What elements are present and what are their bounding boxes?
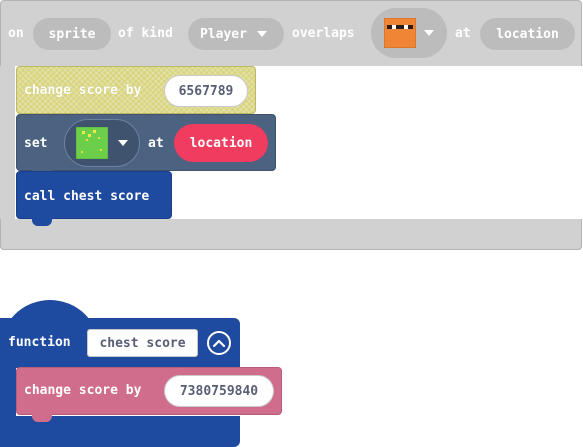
event-block-left-bar xyxy=(0,66,15,220)
set-at-label: at xyxy=(148,136,164,151)
change-score-1-label: change score by xyxy=(24,83,142,98)
tile-picker-dropdown[interactable] xyxy=(64,119,140,167)
event-block-footer xyxy=(0,219,582,250)
kind-dropdown-value: Player xyxy=(200,26,247,42)
event-overlaps-label: overlaps xyxy=(292,26,355,41)
kind-dropdown[interactable]: Player xyxy=(188,18,284,50)
change-score-1-value-input[interactable]: 6567789 xyxy=(164,75,248,107)
function-keyword-label: function xyxy=(8,335,71,350)
event-on-label: on xyxy=(8,26,24,41)
overlap-dropdown-caret-icon xyxy=(424,30,434,36)
change-score-2-value-input[interactable]: 7380759840 xyxy=(164,375,274,407)
change-score-1-value: 6567789 xyxy=(178,83,234,99)
change-score-2-label: change score by xyxy=(24,383,142,398)
sprite-variable-label: sprite xyxy=(48,26,96,42)
chevron-up-icon xyxy=(213,339,225,347)
set-label: set xyxy=(24,136,48,151)
chest-sprite-icon xyxy=(384,18,416,48)
change-score-2-value: 7380759840 xyxy=(179,383,259,399)
overlap-kind-dropdown[interactable] xyxy=(371,8,447,58)
function-block-left-bar xyxy=(0,366,16,418)
change-score-2-notch xyxy=(32,414,52,422)
event-of-kind-label: of kind xyxy=(118,26,173,41)
tile-picker-caret-icon xyxy=(118,140,128,146)
sprite-variable-pill[interactable]: sprite xyxy=(33,18,111,50)
event-at-label: at xyxy=(455,26,471,41)
call-block-label: call chest score xyxy=(24,189,150,204)
kind-dropdown-caret-icon xyxy=(256,31,267,37)
call-block-notch xyxy=(32,218,52,226)
function-name-value: chest score xyxy=(99,335,186,351)
set-location-variable-pill[interactable]: location xyxy=(174,124,268,162)
grass-tile-icon xyxy=(76,127,108,159)
function-name-input[interactable]: chest score xyxy=(87,329,198,357)
event-location-variable-pill[interactable]: location xyxy=(480,18,575,50)
event-location-label: location xyxy=(496,26,559,42)
set-location-label: location xyxy=(189,135,253,151)
collapse-button[interactable] xyxy=(207,331,231,355)
